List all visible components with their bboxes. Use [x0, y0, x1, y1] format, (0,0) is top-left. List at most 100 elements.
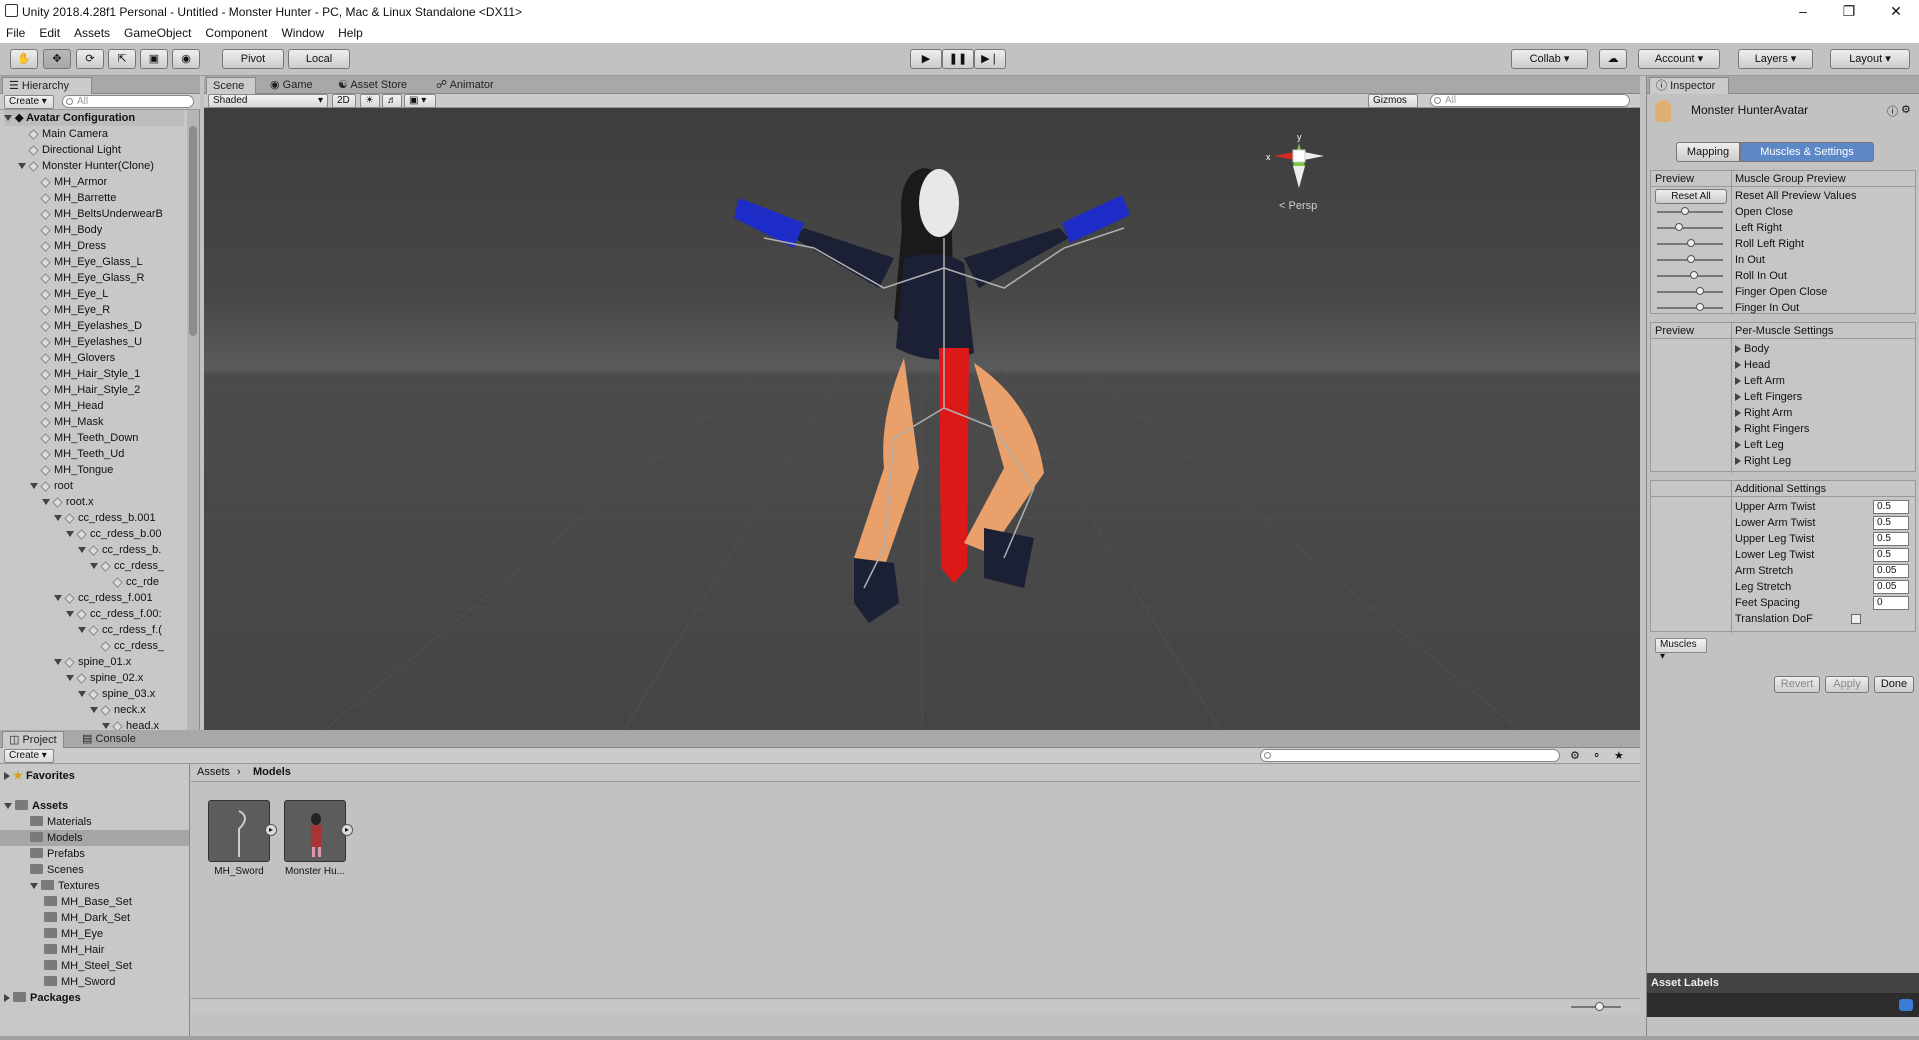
menu-file[interactable]: File: [6, 26, 25, 40]
per-muscle-item[interactable]: Left Leg: [1735, 437, 1784, 453]
per-muscle-item[interactable]: Left Arm: [1735, 373, 1785, 389]
character-model[interactable]: [734, 168, 1130, 623]
expand-arrow-icon[interactable]: [54, 595, 62, 602]
hierarchy-scroll-thumb[interactable]: [189, 126, 197, 336]
reset-all-button[interactable]: Reset All: [1655, 189, 1727, 204]
project-folder-item[interactable]: Scenes: [0, 862, 189, 878]
expand-asset-icon[interactable]: ▸: [265, 824, 277, 836]
zoom-slider-knob[interactable]: [1595, 1002, 1604, 1011]
hierarchy-item[interactable]: MH_Tongue: [30, 462, 113, 478]
menu-help[interactable]: Help: [338, 26, 363, 40]
hierarchy-item[interactable]: cc_rdess_b.: [78, 542, 161, 558]
expand-arrow-icon[interactable]: [1735, 377, 1741, 386]
hierarchy-item[interactable]: MH_Teeth_Ud: [30, 446, 124, 462]
menu-edit[interactable]: Edit: [39, 26, 60, 40]
hierarchy-item[interactable]: cc_rdess_f.(: [78, 622, 162, 638]
favorites-row[interactable]: ★ Favorites: [4, 768, 75, 784]
tab-muscles-settings[interactable]: Muscles & Settings: [1740, 142, 1874, 162]
hierarchy-item[interactable]: MH_Teeth_Down: [30, 430, 138, 446]
hierarchy-item[interactable]: MH_Eye_R: [30, 302, 110, 318]
tab-asset-store[interactable]: ☯ Asset Store: [332, 77, 413, 94]
local-button[interactable]: Local: [288, 49, 350, 69]
hierarchy-item[interactable]: Main Camera: [18, 126, 108, 142]
tab-mapping[interactable]: Mapping: [1676, 142, 1740, 162]
menu-assets[interactable]: Assets: [74, 26, 110, 40]
expand-arrow-icon[interactable]: [78, 627, 86, 634]
menu-window[interactable]: Window: [281, 26, 324, 40]
hierarchy-item[interactable]: neck.x: [90, 702, 146, 718]
hierarchy-item[interactable]: MH_Hair_Style_1: [30, 366, 140, 382]
setting-value-field[interactable]: 0.5: [1873, 548, 1909, 562]
hierarchy-item[interactable]: root.x: [42, 494, 94, 510]
per-muscle-item[interactable]: Right Fingers: [1735, 421, 1809, 437]
expand-arrow-icon[interactable]: [1735, 361, 1741, 370]
tab-hierarchy[interactable]: ☰ Hierarchy: [2, 77, 92, 94]
transform-tool-icon[interactable]: ◉: [172, 49, 200, 69]
hierarchy-item[interactable]: Directional Light: [18, 142, 121, 158]
expand-arrow-icon[interactable]: [78, 691, 86, 698]
tab-project[interactable]: ◫ Project: [2, 731, 64, 748]
muscle-preview-slider[interactable]: [1657, 223, 1723, 231]
zoom-slider[interactable]: [1571, 1002, 1621, 1011]
done-button[interactable]: Done: [1874, 676, 1914, 693]
hierarchy-item[interactable]: MH_Glovers: [30, 350, 115, 366]
gizmos-dropdown[interactable]: Gizmos ▾: [1368, 94, 1418, 118]
play-icon[interactable]: ▶: [910, 49, 942, 69]
pause-icon[interactable]: ❚❚: [942, 49, 974, 69]
slider-knob[interactable]: [1687, 239, 1695, 247]
setting-value-field[interactable]: 0.5: [1873, 516, 1909, 530]
hierarchy-item[interactable]: MH_Eye_L: [30, 286, 108, 302]
expand-arrow-icon[interactable]: [4, 803, 12, 810]
hierarchy-item[interactable]: cc_rde: [102, 574, 159, 590]
expand-arrow-icon[interactable]: [30, 483, 38, 490]
assets-root-row[interactable]: Assets: [4, 798, 68, 814]
setting-value-field[interactable]: 0.05: [1873, 580, 1909, 594]
mode-2d-toggle[interactable]: 2D: [332, 94, 356, 108]
hierarchy-item[interactable]: root: [30, 478, 73, 494]
project-folder-item[interactable]: MH_Eye: [0, 926, 189, 942]
rotate-tool-icon[interactable]: ⟳: [76, 49, 104, 69]
tab-console[interactable]: ▤ Console: [76, 731, 142, 748]
scene-viewport[interactable]: x y < Persp: [204, 108, 1640, 730]
setting-value-field[interactable]: 0.05: [1873, 564, 1909, 578]
layers-dropdown[interactable]: Layers ▾: [1738, 49, 1813, 69]
hierarchy-item[interactable]: cc_rdess_f.001: [54, 590, 153, 606]
slider-knob[interactable]: [1690, 271, 1698, 279]
setting-value-field[interactable]: 0.5: [1873, 500, 1909, 514]
tab-animator[interactable]: ☍ Animator: [430, 77, 500, 94]
hierarchy-item[interactable]: head.x: [102, 718, 159, 730]
packages-row[interactable]: Packages: [4, 990, 81, 1006]
muscle-preview-slider[interactable]: [1657, 255, 1723, 263]
per-muscle-item[interactable]: Head: [1735, 357, 1770, 373]
tab-game[interactable]: ◉ Game: [264, 77, 319, 94]
project-folder-item[interactable]: MH_Dark_Set: [0, 910, 189, 926]
move-tool-icon[interactable]: ✥: [43, 49, 71, 69]
hierarchy-item[interactable]: MH_Eyelashes_D: [30, 318, 142, 334]
expand-arrow-icon[interactable]: [42, 499, 50, 506]
audio-icon[interactable]: ♬: [382, 94, 402, 108]
setting-value-field[interactable]: 0: [1873, 596, 1909, 610]
lighting-icon[interactable]: ☀: [360, 94, 380, 108]
expand-arrow-icon[interactable]: [1735, 393, 1741, 402]
expand-arrow-icon[interactable]: [66, 531, 74, 538]
slider-knob[interactable]: [1696, 303, 1704, 311]
expand-arrow-icon[interactable]: [1735, 457, 1741, 466]
persp-label[interactable]: < Persp: [1279, 200, 1317, 212]
expand-arrow-icon[interactable]: [4, 772, 10, 781]
expand-arrow-icon[interactable]: [90, 563, 98, 570]
hierarchy-item[interactable]: MH_Dress: [30, 238, 106, 254]
hierarchy-item[interactable]: spine_01.x: [54, 654, 131, 670]
setting-value-field[interactable]: 0.5: [1873, 532, 1909, 546]
hierarchy-item[interactable]: MH_Eye_Glass_L: [30, 254, 143, 270]
project-folder-item[interactable]: Models: [0, 830, 189, 846]
rect-tool-icon[interactable]: ▣: [140, 49, 168, 69]
hierarchy-scrollbar[interactable]: [187, 110, 199, 730]
effects-icon[interactable]: ▣ ▾: [404, 94, 436, 108]
account-dropdown[interactable]: Account ▾: [1638, 49, 1720, 69]
per-muscle-item[interactable]: Right Arm: [1735, 405, 1792, 421]
translation-dof-checkbox[interactable]: [1851, 614, 1861, 624]
muscles-dropdown[interactable]: Muscles ▾: [1655, 638, 1707, 662]
breadcrumb-assets[interactable]: Assets: [197, 766, 230, 778]
project-search-input[interactable]: [1260, 749, 1560, 762]
per-muscle-item[interactable]: Body: [1735, 341, 1769, 357]
